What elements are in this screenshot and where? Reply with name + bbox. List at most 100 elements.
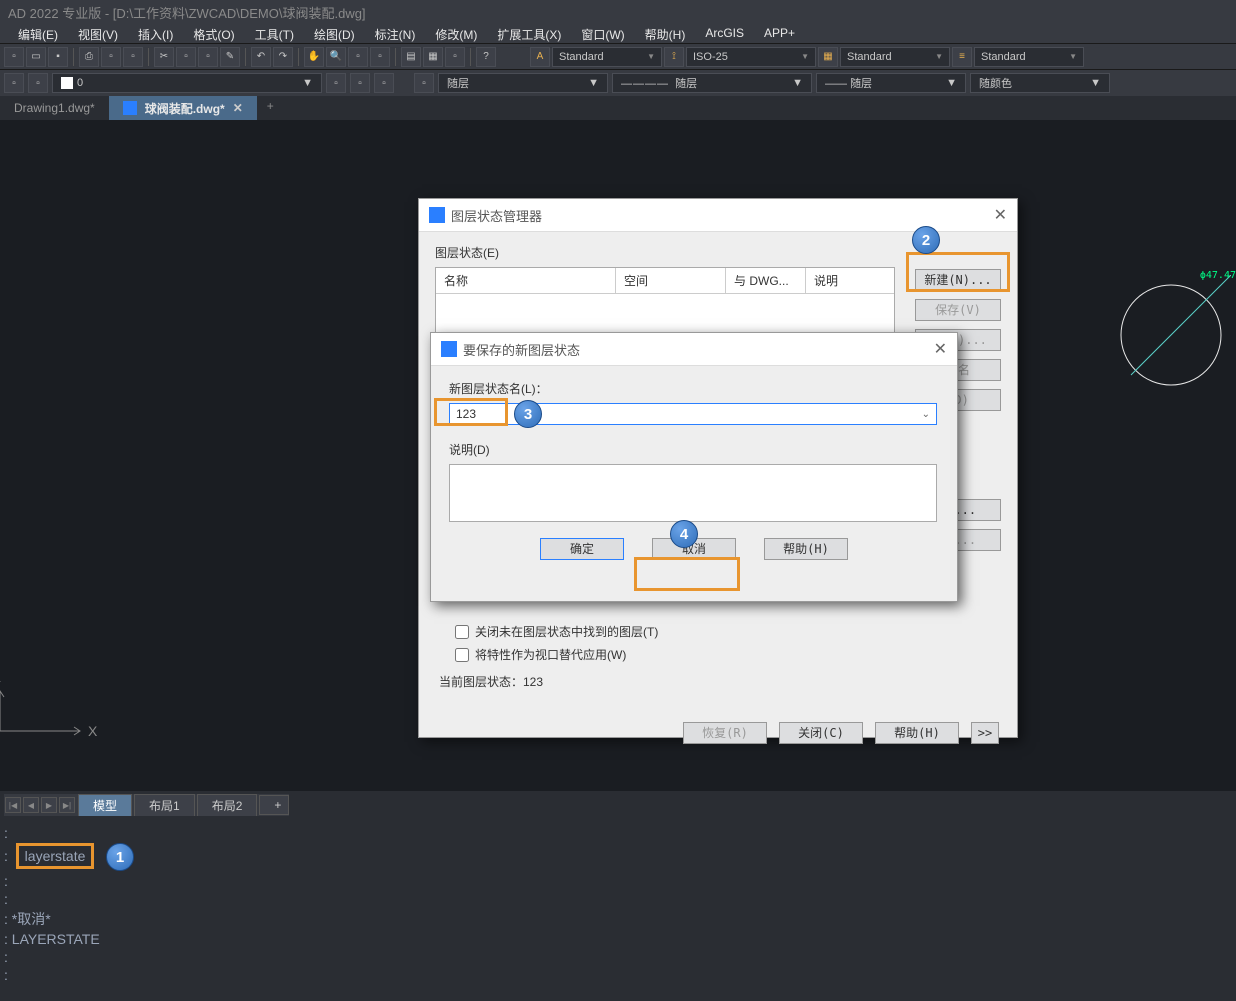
help-button[interactable]: 帮助(H) bbox=[875, 722, 959, 744]
menu-insert[interactable]: 插入(I) bbox=[128, 24, 183, 41]
tab-last-icon[interactable]: ▶| bbox=[59, 797, 75, 813]
tab-layout2[interactable]: 布局2 bbox=[197, 794, 258, 817]
expand-button[interactable]: >> bbox=[971, 722, 999, 744]
chevron-down-icon[interactable]: ⌄ bbox=[922, 409, 930, 420]
checkbox[interactable] bbox=[455, 648, 469, 662]
close-icon[interactable]: ✕ bbox=[934, 339, 947, 359]
separator bbox=[470, 48, 471, 66]
doc-tab-1[interactable]: Drawing1.dwg* bbox=[0, 96, 109, 120]
title-bar: AD 2022 专业版 - [D:\工作资料\ZWCAD\DEMO\球阀装配.d… bbox=[0, 0, 1236, 22]
app-title: AD 2022 专业版 - [D:\工作资料\ZWCAD\DEMO\球阀装配.d… bbox=[8, 6, 366, 21]
chk-vp-override[interactable]: 将特性作为视口替代应用(W) bbox=[455, 646, 1001, 663]
cut-icon[interactable]: ✂ bbox=[154, 47, 174, 67]
preview-icon[interactable]: ▫ bbox=[101, 47, 121, 67]
menu-tool[interactable]: 工具(T) bbox=[245, 24, 304, 41]
separator bbox=[148, 48, 149, 66]
callout-4: 4 bbox=[670, 520, 698, 548]
save-icon[interactable]: ▪ bbox=[48, 47, 68, 67]
textstyle-dropdown[interactable]: Standard▼ bbox=[552, 47, 662, 67]
chk-close-missing[interactable]: 关闭未在图层状态中找到的图层(T) bbox=[455, 623, 1001, 640]
col-dwg[interactable]: 与 DWG... bbox=[726, 268, 806, 293]
ok-button[interactable]: 确定 bbox=[540, 538, 624, 560]
menu-dim[interactable]: 标注(N) bbox=[365, 24, 426, 41]
tab-next-icon[interactable]: ▶ bbox=[41, 797, 57, 813]
menu-arcgis[interactable]: ArcGIS bbox=[695, 24, 754, 41]
checkbox[interactable] bbox=[455, 625, 469, 639]
col-desc[interactable]: 说明 bbox=[806, 268, 894, 293]
dialog-icon bbox=[441, 341, 457, 357]
lineweight-dropdown[interactable]: —— 随层▼ bbox=[816, 73, 966, 93]
zoom-prev-icon[interactable]: ▫ bbox=[348, 47, 368, 67]
textstyle-icon[interactable]: A bbox=[530, 47, 550, 67]
color-dropdown[interactable]: 随层▼ bbox=[438, 73, 608, 93]
plotcolor-dropdown[interactable]: 随颜色▼ bbox=[970, 73, 1110, 93]
close-icon[interactable]: ✕ bbox=[994, 205, 1007, 225]
zoom-icon[interactable]: 🔍 bbox=[326, 47, 346, 67]
linetype-dropdown[interactable]: ———— 随层▼ bbox=[612, 73, 812, 93]
paste-icon[interactable]: ▫ bbox=[198, 47, 218, 67]
new-icon[interactable]: ▫ bbox=[4, 47, 24, 67]
tablestyle-dropdown[interactable]: Standard▼ bbox=[840, 47, 950, 67]
separator bbox=[298, 48, 299, 66]
tab-prev-icon[interactable]: ◀ bbox=[23, 797, 39, 813]
prop-icon[interactable]: ▤ bbox=[401, 47, 421, 67]
layer-icon[interactable]: ▫ bbox=[4, 73, 24, 93]
help-icon[interactable]: ? bbox=[476, 47, 496, 67]
command-area[interactable]: : : layerstate 1 : : : *取消* : LAYERSTATE… bbox=[0, 816, 1236, 1001]
publish-icon[interactable]: ▫ bbox=[123, 47, 143, 67]
match-icon[interactable]: ✎ bbox=[220, 47, 240, 67]
col-name[interactable]: 名称 bbox=[436, 268, 616, 293]
dimension-label: ϕ47.47 bbox=[1200, 270, 1236, 281]
separator bbox=[73, 48, 74, 66]
tab-first-icon[interactable]: |◀ bbox=[5, 797, 21, 813]
mlstyle-dropdown[interactable]: Standard▼ bbox=[974, 47, 1084, 67]
menu-ext[interactable]: 扩展工具(X) bbox=[487, 24, 571, 41]
restore-button[interactable]: 恢复(R) bbox=[683, 722, 767, 744]
menu-help[interactable]: 帮助(H) bbox=[635, 24, 696, 41]
menu-draw[interactable]: 绘图(D) bbox=[304, 24, 365, 41]
toolbar-layer: ▫ ▫ 0▼ ▫ ▫ ▫ ▫ 随层▼ ———— 随层▼ —— 随层▼ 随颜色▼ bbox=[0, 70, 1236, 96]
tool-palette-icon[interactable]: ▫ bbox=[445, 47, 465, 67]
undo-icon[interactable]: ↶ bbox=[251, 47, 271, 67]
close-button[interactable]: 关闭(C) bbox=[779, 722, 863, 744]
pan-icon[interactable]: ✋ bbox=[304, 47, 324, 67]
menu-format[interactable]: 格式(O) bbox=[183, 24, 244, 41]
close-tab-icon[interactable]: ✕ bbox=[233, 101, 243, 115]
menu-edit[interactable]: 编辑(E) bbox=[8, 24, 68, 41]
color-icon[interactable]: ▫ bbox=[414, 73, 434, 93]
new-doc-button[interactable]: + bbox=[257, 96, 284, 120]
annotation-box-input bbox=[434, 398, 508, 426]
tablestyle-icon[interactable]: ▦ bbox=[818, 47, 838, 67]
dc-icon[interactable]: ▦ bbox=[423, 47, 443, 67]
layer-prev-icon[interactable]: ▫ bbox=[28, 73, 48, 93]
menu-view[interactable]: 视图(V) bbox=[68, 24, 128, 41]
menu-app[interactable]: APP+ bbox=[754, 24, 805, 41]
doc-tab-2[interactable]: 球阀装配.dwg* ✕ bbox=[109, 96, 257, 120]
callout-2: 2 bbox=[912, 226, 940, 254]
layer-dropdown[interactable]: 0▼ bbox=[52, 73, 322, 93]
print-icon[interactable]: ⎙ bbox=[79, 47, 99, 67]
tab-model[interactable]: 模型 bbox=[78, 794, 132, 817]
copy-icon[interactable]: ▫ bbox=[176, 47, 196, 67]
callout-1: 1 bbox=[106, 843, 134, 871]
dimstyle-icon[interactable]: ⟟ bbox=[664, 47, 684, 67]
layer-uniso-icon[interactable]: ▫ bbox=[350, 73, 370, 93]
toolbar-standard: ▫ ▭ ▪ ⎙ ▫ ▫ ✂ ▫ ▫ ✎ ↶ ↷ ✋ 🔍 ▫ ▫ ▤ ▦ ▫ ? … bbox=[0, 44, 1236, 70]
help-button[interactable]: 帮助(H) bbox=[764, 538, 848, 560]
layer-off-icon[interactable]: ▫ bbox=[374, 73, 394, 93]
col-space[interactable]: 空间 bbox=[616, 268, 726, 293]
menu-modify[interactable]: 修改(M) bbox=[425, 24, 487, 41]
open-icon[interactable]: ▭ bbox=[26, 47, 46, 67]
layer-iso-icon[interactable]: ▫ bbox=[326, 73, 346, 93]
dimstyle-dropdown[interactable]: ISO-25▼ bbox=[686, 47, 816, 67]
separator bbox=[245, 48, 246, 66]
zoom-ext-icon[interactable]: ▫ bbox=[370, 47, 390, 67]
description-input[interactable] bbox=[449, 464, 937, 522]
redo-icon[interactable]: ↷ bbox=[273, 47, 293, 67]
save-button[interactable]: 保存(V) bbox=[915, 299, 1001, 321]
menu-window[interactable]: 窗口(W) bbox=[571, 24, 634, 41]
tab-add[interactable]: + bbox=[259, 795, 289, 815]
dialog2-title-bar[interactable]: 要保存的新图层状态 ✕ bbox=[431, 333, 957, 366]
mlstyle-icon[interactable]: ≡ bbox=[952, 47, 972, 67]
tab-layout1[interactable]: 布局1 bbox=[134, 794, 195, 817]
